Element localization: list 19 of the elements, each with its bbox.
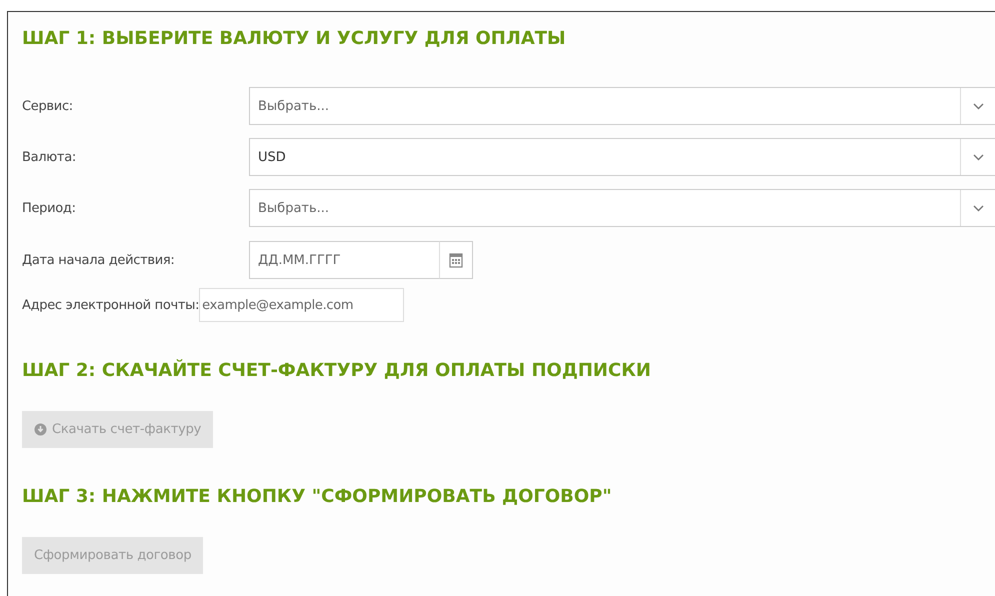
chevron-down-icon bbox=[972, 154, 984, 160]
field-label: Дата начала действия: bbox=[22, 252, 176, 268]
calendar-icon bbox=[449, 252, 463, 268]
field-label: Адрес электронной почты: bbox=[22, 298, 200, 312]
email-field[interactable]: example@example.com bbox=[199, 288, 404, 322]
field-label: Валюта: bbox=[22, 150, 77, 164]
field-label: Сервис: bbox=[22, 98, 74, 114]
date-field[interactable]: ДД.ММ.ГГГГ bbox=[249, 241, 439, 279]
section-heading: ШАГ 2: СКАЧАЙТЕ СЧЕТ-ФАКТУРУ ДЛЯ ОПЛАТЫ ПОДПИСКИ bbox=[22, 358, 652, 381]
dropdown-field[interactable]: USD bbox=[249, 138, 995, 176]
field-label: Период: bbox=[22, 200, 77, 216]
chevron-down-icon bbox=[972, 102, 984, 110]
calendar-button[interactable] bbox=[439, 241, 473, 279]
section-heading: ШАГ 3: НАЖМИТЕ КНОПКУ "СФОРМИРОВАТЬ ДОГОВОР" bbox=[22, 485, 613, 507]
chevron-down-icon bbox=[972, 204, 984, 212]
section-heading: ШАГ 1: ВЫБЕРИТЕ ВАЛЮТУ И УСЛУГУ ДЛЯ ОПЛАТЫ bbox=[22, 27, 567, 49]
dropdown-field[interactable]: Выбрать... bbox=[249, 189, 995, 227]
dropdown-field[interactable]: Выбрать... bbox=[249, 87, 995, 125]
download-icon bbox=[34, 423, 47, 436]
